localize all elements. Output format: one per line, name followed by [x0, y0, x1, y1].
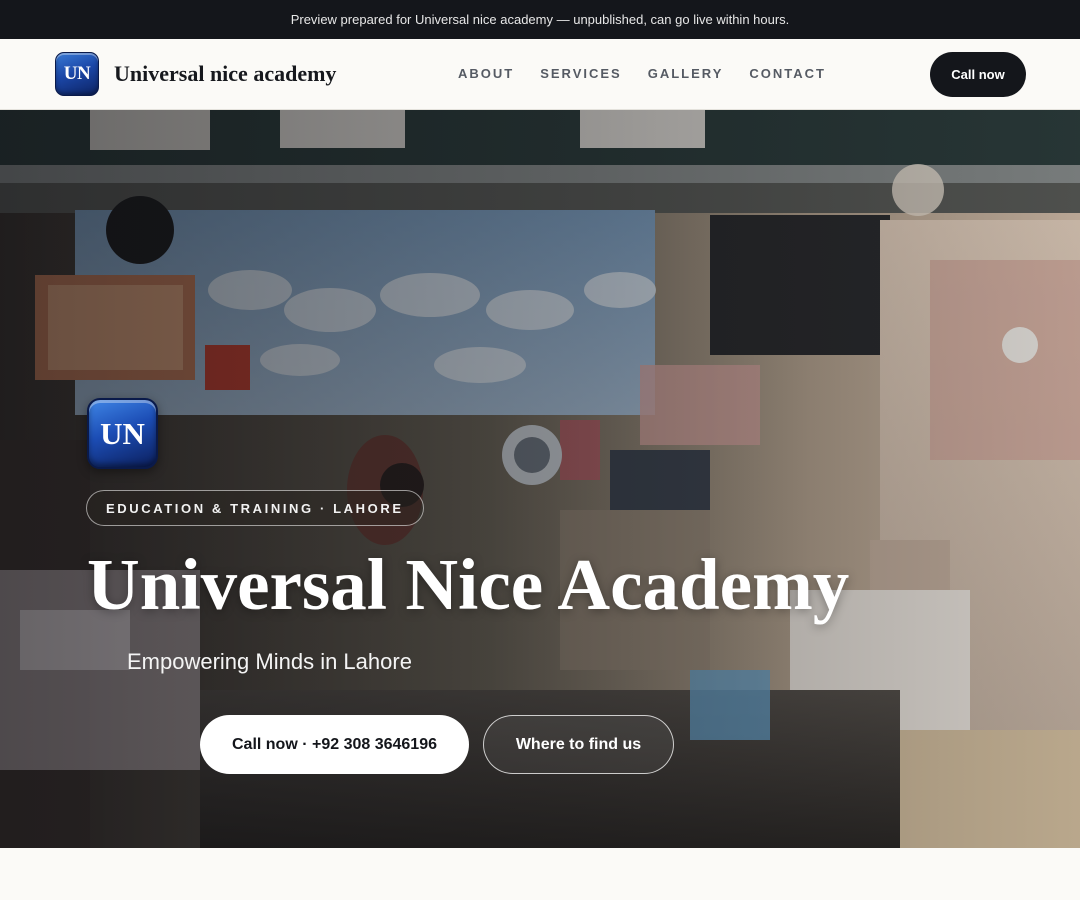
- site-header: UN Universal nice academy ABOUT SERVICES…: [0, 39, 1080, 110]
- call-phone-button[interactable]: Call now · +92 308 3646196: [200, 715, 469, 774]
- brand[interactable]: UN Universal nice academy: [55, 52, 336, 96]
- category-badge: EDUCATION & TRAINING · LAHORE: [86, 490, 424, 526]
- hero-logo-icon: UN: [87, 398, 158, 469]
- nav-services[interactable]: SERVICES: [540, 66, 622, 81]
- main-nav: ABOUT SERVICES GALLERY CONTACT: [458, 66, 826, 81]
- hero-subtitle: Empowering Minds in Lahore: [127, 649, 412, 674]
- nav-about[interactable]: ABOUT: [458, 66, 514, 81]
- nav-contact[interactable]: CONTACT: [749, 66, 826, 81]
- nav-gallery[interactable]: GALLERY: [648, 66, 724, 81]
- find-us-button[interactable]: Where to find us: [483, 715, 674, 774]
- brand-name: Universal nice academy: [114, 61, 337, 86]
- logo-text: UN: [63, 63, 91, 84]
- hero-title: Universal Nice Academy: [87, 544, 850, 625]
- logo-icon: UN: [55, 52, 99, 96]
- hero-section: UN EDUCATION & TRAINING · LAHORE Univers…: [0, 110, 1080, 848]
- hero-logo-text: UN: [100, 415, 145, 451]
- preview-banner: Preview prepared for Universal nice acad…: [0, 0, 1080, 39]
- preview-banner-text: Preview prepared for Universal nice acad…: [290, 12, 790, 27]
- call-now-button[interactable]: Call now: [930, 52, 1026, 97]
